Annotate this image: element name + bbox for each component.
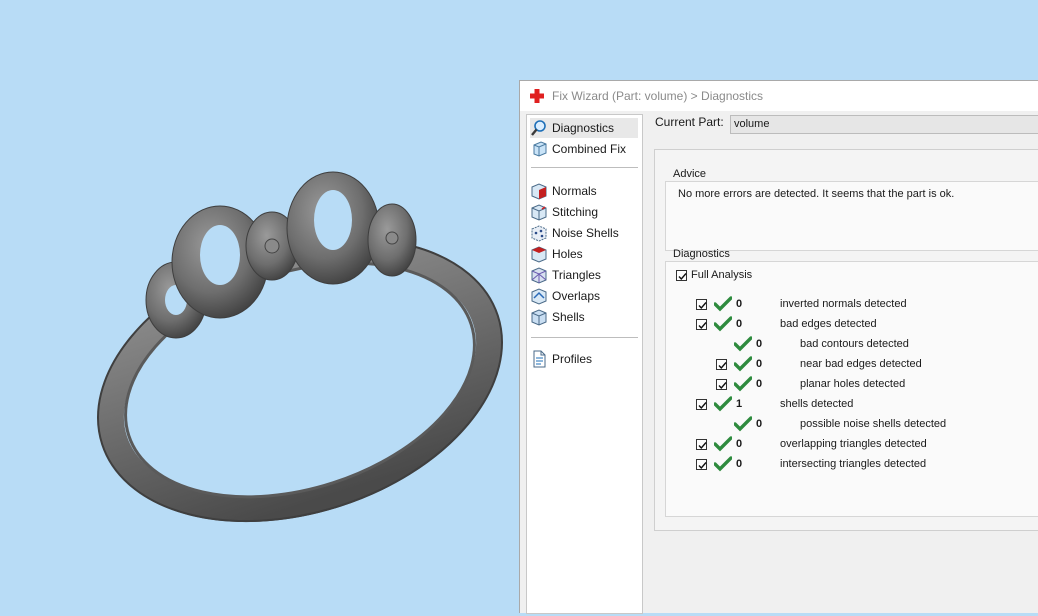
green-check-icon bbox=[714, 396, 732, 412]
profiles-icon bbox=[533, 350, 546, 368]
planar-holes-checkbox[interactable] bbox=[716, 379, 727, 390]
medical-cross-icon bbox=[530, 89, 544, 103]
advice-text: No more errors are detected. It seems th… bbox=[678, 188, 955, 200]
bad-contours-count: 0 bbox=[756, 338, 763, 350]
sidebar-item-holes[interactable]: Holes bbox=[530, 244, 583, 264]
sidebar-item-overlaps[interactable]: Overlaps bbox=[530, 286, 600, 306]
near-bad-edges-label: near bad edges detected bbox=[800, 358, 922, 370]
shells-label: shells detected bbox=[780, 398, 854, 410]
shells-checkbox[interactable] bbox=[696, 399, 707, 410]
sidebar-item-shells[interactable]: Shells bbox=[530, 307, 585, 327]
normals-icon bbox=[531, 183, 547, 200]
sidebar-item-label: Profiles bbox=[552, 352, 593, 366]
sidebar-item-profiles[interactable]: Profiles bbox=[530, 349, 592, 369]
sidebar-item-label: Holes bbox=[552, 247, 583, 261]
overlapping-triangles-count: 0 bbox=[736, 438, 743, 450]
sidebar-item-label: Noise Shells bbox=[552, 226, 619, 240]
green-check-icon bbox=[714, 436, 732, 452]
inverted-normals-checkbox[interactable] bbox=[696, 299, 707, 310]
sidebar-item-label: Stitching bbox=[552, 205, 599, 219]
full-analysis-label: Full Analysis bbox=[691, 269, 753, 281]
near-bad-edges-count: 0 bbox=[756, 358, 763, 370]
noise-shells-count: 0 bbox=[756, 418, 763, 430]
sidebar-item-stitching[interactable]: Stitching bbox=[530, 202, 598, 222]
shells-count: 1 bbox=[736, 398, 743, 410]
stitching-icon bbox=[531, 204, 547, 221]
bad-contours-label: bad contours detected bbox=[800, 338, 909, 350]
fix-wizard-window: Fix Wizard (Part: volume) > Diagnostics … bbox=[519, 80, 1038, 614]
green-check-icon bbox=[734, 336, 752, 352]
inverted-normals-label: inverted normals detected bbox=[780, 298, 907, 310]
sidebar-divider bbox=[531, 337, 638, 338]
magnifier-icon bbox=[531, 120, 546, 136]
overlaps-icon bbox=[531, 288, 547, 305]
diagnostics-panel: Advice No more errors are detected. It s… bbox=[654, 149, 1038, 531]
overlapping-triangles-checkbox[interactable] bbox=[696, 439, 707, 450]
current-part-label: Current Part: bbox=[655, 115, 724, 129]
sidebar-item-label: Shells bbox=[552, 310, 585, 324]
diagnostics-box: Full Analysis 0 inverted normals detecte… bbox=[665, 261, 1038, 517]
inverted-normals-count: 0 bbox=[736, 298, 743, 310]
planar-holes-count: 0 bbox=[756, 378, 763, 390]
full-analysis-checkbox[interactable] bbox=[676, 270, 687, 281]
green-check-icon bbox=[734, 356, 752, 372]
green-check-icon bbox=[734, 376, 752, 392]
sidebar: Diagnostics Combined Fix Normals Stitchi… bbox=[526, 114, 643, 614]
green-check-icon bbox=[714, 456, 732, 472]
overlapping-triangles-label: overlapping triangles detected bbox=[780, 438, 927, 450]
bad-edges-checkbox[interactable] bbox=[696, 319, 707, 330]
bad-edges-label: bad edges detected bbox=[780, 318, 877, 330]
advice-box: No more errors are detected. It seems th… bbox=[665, 181, 1038, 251]
sidebar-item-diagnostics[interactable]: Diagnostics bbox=[530, 118, 638, 138]
holes-icon bbox=[531, 246, 547, 263]
sidebar-item-combined-fix[interactable]: Combined Fix bbox=[530, 139, 626, 159]
current-part-field[interactable]: volume bbox=[730, 115, 1038, 134]
advice-title: Advice bbox=[673, 168, 707, 180]
green-check-icon bbox=[714, 316, 732, 332]
content-area: Current Part: volume Advice No more erro… bbox=[644, 111, 1038, 613]
triangles-icon bbox=[531, 267, 547, 284]
window-title: Fix Wizard (Part: volume) > Diagnostics bbox=[552, 89, 764, 103]
diagnostics-title: Diagnostics bbox=[673, 248, 730, 260]
bad-edges-count: 0 bbox=[736, 318, 743, 330]
sidebar-item-label: Overlaps bbox=[552, 289, 601, 303]
sidebar-item-noise-shells[interactable]: Noise Shells bbox=[530, 223, 619, 243]
sidebar-item-label: Triangles bbox=[552, 268, 601, 282]
planar-holes-label: planar holes detected bbox=[800, 378, 906, 390]
ring-model bbox=[97, 171, 503, 523]
title-bar[interactable]: Fix Wizard (Part: volume) > Diagnostics bbox=[520, 81, 1038, 111]
sidebar-item-label: Combined Fix bbox=[552, 142, 627, 156]
sidebar-item-triangles[interactable]: Triangles bbox=[530, 265, 601, 285]
combined-fix-icon bbox=[533, 141, 547, 157]
green-check-icon bbox=[714, 296, 732, 312]
intersecting-triangles-count: 0 bbox=[736, 458, 743, 470]
sidebar-divider bbox=[531, 167, 638, 168]
sidebar-item-label: Diagnostics bbox=[552, 121, 615, 135]
shells-icon bbox=[531, 309, 547, 326]
near-bad-edges-checkbox[interactable] bbox=[716, 359, 727, 370]
green-check-icon bbox=[734, 416, 752, 432]
noise-shells-icon bbox=[531, 225, 547, 242]
sidebar-item-label: Normals bbox=[552, 184, 597, 198]
intersecting-triangles-checkbox[interactable] bbox=[696, 459, 707, 470]
sidebar-item-normals[interactable]: Normals bbox=[530, 181, 597, 201]
intersecting-triangles-label: intersecting triangles detected bbox=[780, 458, 927, 470]
noise-shells-label: possible noise shells detected bbox=[800, 418, 947, 430]
